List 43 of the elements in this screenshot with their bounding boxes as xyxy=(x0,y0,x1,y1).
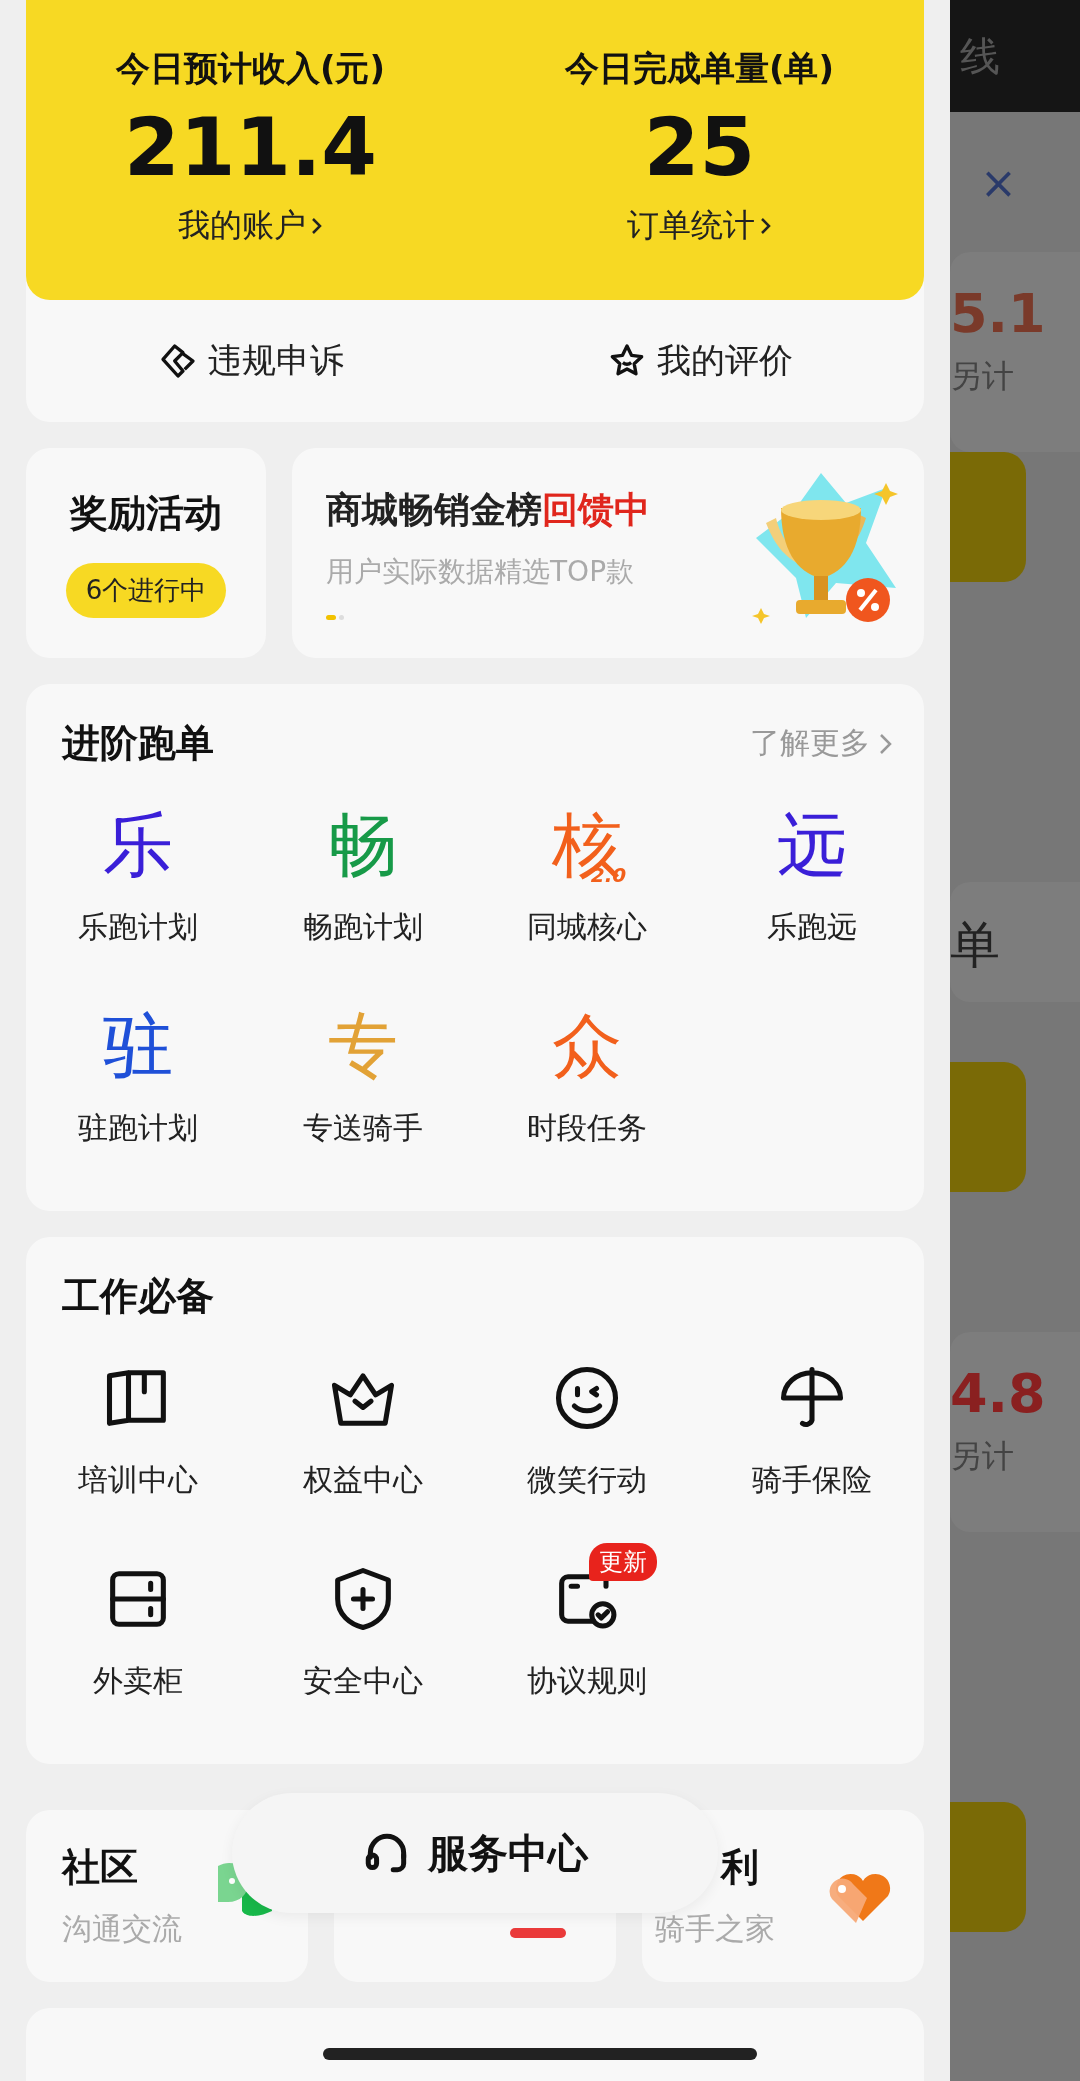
note-text: 另计 xyxy=(950,1436,1015,1477)
section-title: 工作必备 xyxy=(62,1273,214,1320)
plan-item[interactable]: 畅 畅跑计划 xyxy=(250,803,475,948)
tool-label[interactable]: 外卖柜 xyxy=(93,1661,184,1702)
rewards-card[interactable]: 奖励活动 6个进行中 xyxy=(26,448,266,658)
note-text: 另计 xyxy=(950,356,1015,397)
shortcut-subtitle: 沟通交流 xyxy=(62,1910,182,1948)
shortcut-title: 社区 xyxy=(62,1844,138,1891)
coupon-icon xyxy=(510,1928,566,1938)
plan-item[interactable]: 驻 驻跑计划 xyxy=(26,1004,251,1149)
service-center-popup[interactable]: 服务中心 xyxy=(232,1793,718,1913)
plan-item[interactable]: 远 乐跑远 xyxy=(699,803,924,948)
stat-value: 25 xyxy=(643,108,756,188)
plan-item[interactable]: 专 专送骑手 xyxy=(250,1004,475,1149)
banner-title: 商城畅销金榜回馈中 xyxy=(326,488,651,532)
tool-label[interactable]: 安全中心 xyxy=(302,1661,423,1702)
stat-value: 211.4 xyxy=(123,108,377,188)
appeal-button[interactable]: 违规申诉 xyxy=(26,337,475,385)
banner-subtitle: 用户实际数据精选TOP款 xyxy=(326,554,636,590)
section-title: 进阶跑单 xyxy=(62,720,214,767)
heading-text: 单 xyxy=(950,915,1001,976)
amount-text: 5.1 xyxy=(950,282,1047,345)
close-icon: × xyxy=(980,156,1017,208)
rewards-badge: 6个进行中 xyxy=(65,563,227,618)
plan-item[interactable]: 众 时段任务 xyxy=(475,1004,700,1149)
shortcut-title: 利 xyxy=(721,1844,759,1891)
stat-label: 今日完成单量(单) xyxy=(564,47,835,90)
stat-link[interactable]: 我的账户 xyxy=(177,204,324,248)
rating-button[interactable]: 我的评价 xyxy=(475,337,924,385)
tool-label[interactable]: 权益中心 xyxy=(302,1460,423,1501)
stat-link[interactable]: 订单统计 xyxy=(626,204,773,248)
stat-label: 今日预计收入(元) xyxy=(115,47,386,90)
tool-label[interactable]: 培训中心 xyxy=(78,1460,199,1501)
plan-item[interactable]: 乐 乐跑计划 xyxy=(26,803,251,948)
promo-banner[interactable]: 商城畅销金榜回馈中 用户实际数据精选TOP款 xyxy=(292,448,924,658)
route-text: 线 xyxy=(960,31,1000,81)
new-badge: 更新 xyxy=(589,1543,658,1581)
shortcut-subtitle: 骑手之家 xyxy=(655,1910,775,1948)
tool-label[interactable]: 协议规则 xyxy=(527,1661,648,1702)
rewards-title: 奖励活动 xyxy=(70,490,222,537)
tool-label[interactable]: 骑手保险 xyxy=(751,1460,872,1501)
tool-label[interactable]: 微笑行动 xyxy=(527,1460,648,1501)
amount-text: 4.8 xyxy=(950,1362,1047,1425)
